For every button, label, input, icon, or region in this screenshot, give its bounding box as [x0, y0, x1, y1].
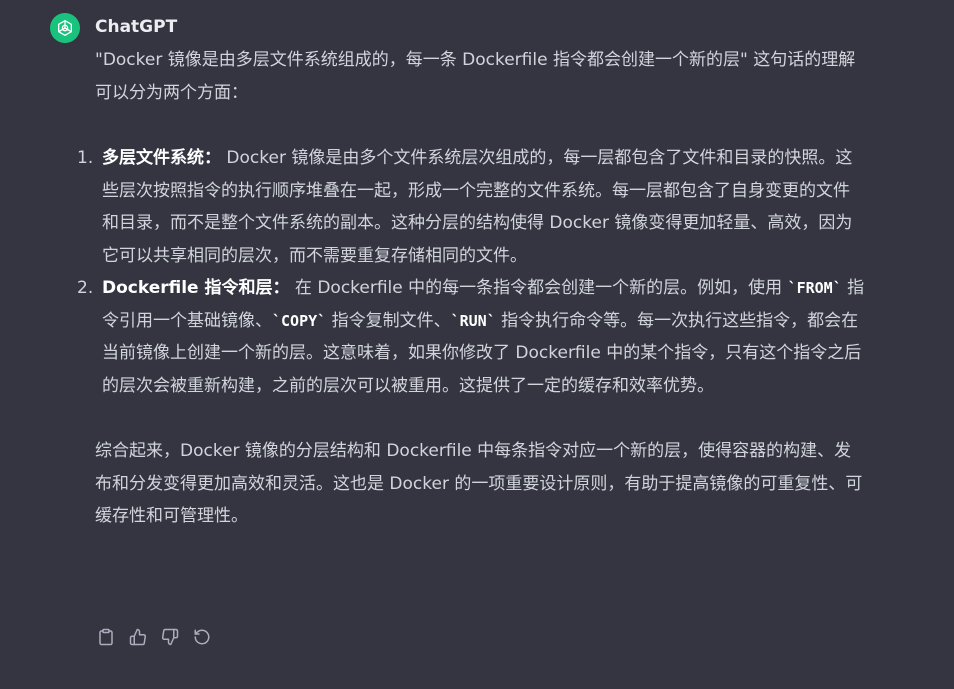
- list-item-title: Dockerfile 指令和层：: [102, 278, 290, 298]
- list-number: 2.: [77, 278, 94, 298]
- inline-code: `RUN`: [450, 311, 496, 330]
- copy-icon: [99, 628, 113, 646]
- inline-code: `COPY`: [272, 311, 327, 330]
- points-list: 1. 多层文件系统： Docker 镜像是由多个文件系统层次组成的，每一层都包含…: [77, 142, 865, 402]
- chatgpt-avatar: [50, 13, 80, 43]
- copy-button[interactable]: [96, 626, 116, 648]
- list-item: 1. 多层文件系统： Docker 镜像是由多个文件系统层次组成的，每一层都包含…: [77, 142, 865, 272]
- regenerate-button[interactable]: [192, 626, 212, 648]
- intro-paragraph: "Docker 镜像是由多层文件系统组成的，每一条 Dockerfile 指令都…: [95, 50, 856, 103]
- inline-code: `FROM`: [787, 279, 842, 297]
- thumbs-down-icon: [161, 628, 179, 646]
- summary-paragraph: 综合起来，Docker 镜像的分层结构和 Dockerfile 中每条指令对应一…: [95, 441, 863, 526]
- message-actions: [96, 626, 212, 648]
- author-name: ChatGPT: [95, 17, 178, 37]
- thumbs-up-button[interactable]: [128, 626, 148, 648]
- list-item-body: 指令复制文件、: [326, 310, 451, 331]
- list-item-body: 在 Dockerfile 中的每一条指令都会创建一个新的层。例如，使用: [294, 278, 788, 298]
- message-content: "Docker 镜像是由多层文件系统组成的，每一条 Dockerfile 指令都…: [77, 44, 865, 533]
- list-item: 2. Dockerfile 指令和层： 在 Dockerfile 中的每一条指令…: [77, 272, 865, 402]
- regenerate-icon: [194, 629, 210, 645]
- thumbs-up-icon: [129, 628, 147, 646]
- openai-logo-icon: [58, 20, 73, 36]
- thumbs-down-button[interactable]: [160, 626, 180, 648]
- list-item-title: 多层文件系统：: [102, 148, 221, 168]
- assistant-message: ChatGPT "Docker 镜像是由多层文件系统组成的，每一条 Docker…: [0, 0, 954, 689]
- list-number: 1.: [77, 148, 94, 168]
